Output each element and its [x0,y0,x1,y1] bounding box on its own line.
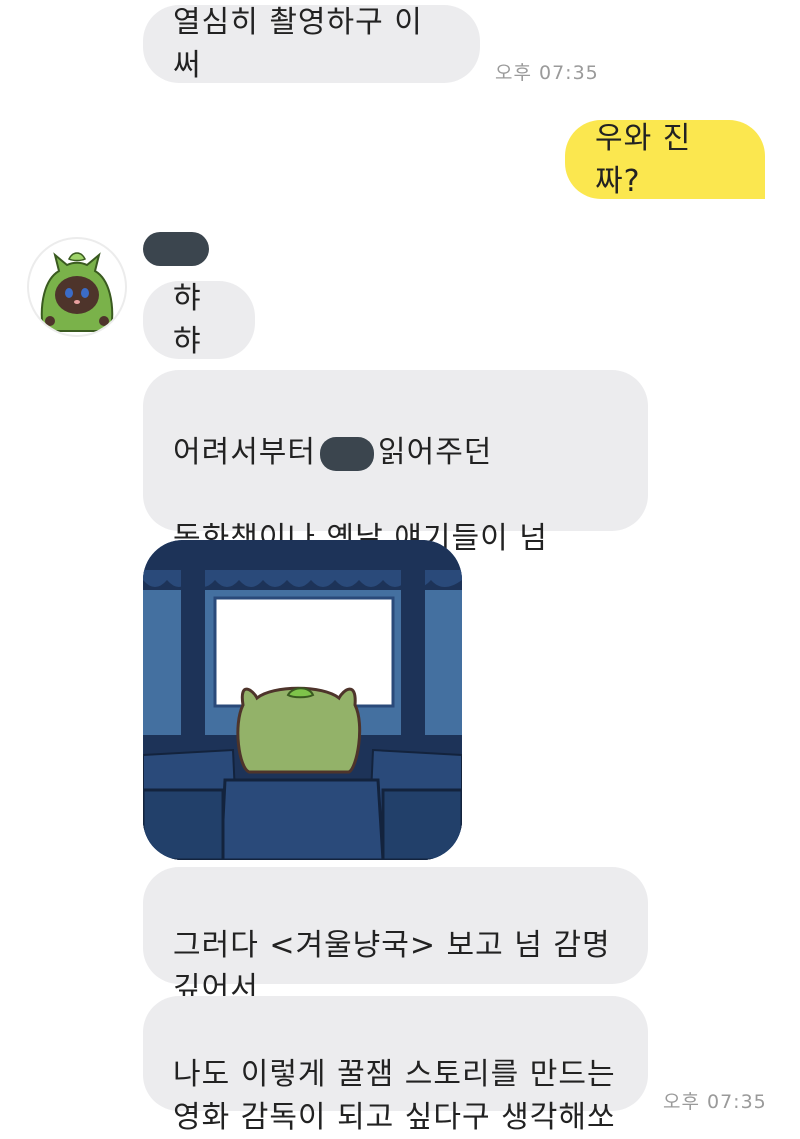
sender-name-redacted [143,232,209,266]
cat-with-leaf-hood-icon [40,252,114,332]
cat-watching-movie-sticker[interactable] [143,540,462,860]
message-bubble-incoming[interactable]: 햐햐 [143,281,255,359]
message-text: 어려서부터 [173,435,316,470]
message-text: 우와 진짜? [595,120,692,199]
message-bubble-incoming[interactable]: 어려서부터읽어주던 동화책이나 옛날 얘기들이 넘 재밌었거든 [143,370,648,599]
sender-avatar[interactable] [27,237,127,337]
message-bubble-incoming[interactable]: 나도 이렇게 꿀잼 스토리를 만드는 영화 감독이 되고 싶다구 생각해쏘 [143,996,648,1135]
message-bubble-incoming[interactable]: 열심히 촬영하구 이써 [143,5,480,83]
message-text: 그러다 <겨울냥국> 보고 넘 감명 깊어서 [173,928,611,1006]
message-bubble-incoming[interactable]: 그러다 <겨울냥국> 보고 넘 감명 깊어서 [143,867,648,1006]
message-bubble-outgoing[interactable]: 우와 진짜? [565,120,765,199]
message-timestamp: 오후 07:35 [495,62,599,84]
message-text: 읽어주던 [378,435,493,470]
redacted-word [320,436,374,471]
message-text: 햐햐 [173,281,202,359]
message-line: 어려서부터 읽어주던 [173,431,618,474]
sticker-image [143,540,462,860]
message-text: 나도 이렇게 꿀잼 스토리를 만드는 영화 감독이 되고 싶다구 생각해쏘 [173,1057,616,1135]
message-timestamp: 오후 07:35 [663,1091,767,1113]
message-text: 열심히 촬영하구 이써 [173,5,423,83]
